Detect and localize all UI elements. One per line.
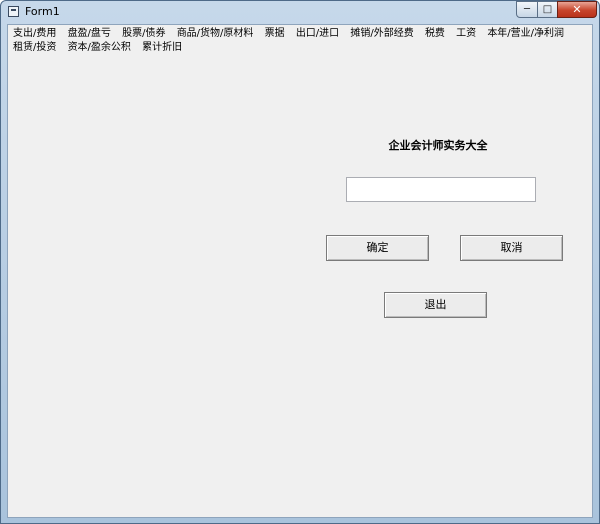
search-input[interactable] — [346, 177, 536, 202]
app-window: Form1 ─ □ ✕ 支出/费用 盘盈/盘亏 股票/债券 商品/货物/原材料 … — [0, 0, 600, 524]
menu-item-bills[interactable]: 票据 — [265, 27, 285, 41]
menu-item-wages[interactable]: 工资 — [456, 27, 476, 41]
page-title: 企业会计师实务大全 — [388, 139, 488, 152]
menu-item-surplus-deficit[interactable]: 盘盈/盘亏 — [68, 27, 111, 41]
exit-button[interactable]: 退出 — [384, 292, 487, 318]
form-client-area: 支出/费用 盘盈/盘亏 股票/债券 商品/货物/原材料 票据 出口/进口 摊销/… — [7, 24, 593, 518]
menu-item-expense[interactable]: 支出/费用 — [13, 27, 56, 41]
ok-button[interactable]: 确定 — [326, 235, 429, 261]
cancel-button[interactable]: 取消 — [460, 235, 563, 261]
menu-item-depreciation[interactable]: 累计折旧 — [142, 41, 182, 55]
menu-item-lease-investment[interactable]: 租赁/投资 — [13, 41, 56, 55]
menu-item-amortization[interactable]: 摊销/外部经费 — [350, 27, 413, 41]
app-icon — [8, 6, 19, 17]
menu-row-2: 租赁/投资 资本/盈余公积 累计折旧 — [13, 41, 190, 55]
menu-item-goods-materials[interactable]: 商品/货物/原材料 — [177, 27, 254, 41]
menu-item-stocks-bonds[interactable]: 股票/债券 — [122, 27, 165, 41]
menu-item-profit[interactable]: 本年/营业/净利润 — [487, 27, 564, 41]
menu-item-export-import[interactable]: 出口/进口 — [296, 27, 339, 41]
minimize-button[interactable]: ─ — [516, 1, 538, 18]
title-bar[interactable]: Form1 ─ □ ✕ — [1, 1, 599, 23]
menu-item-taxes[interactable]: 税费 — [425, 27, 445, 41]
window-title: Form1 — [25, 5, 60, 18]
menu-item-capital-reserve[interactable]: 资本/盈余公积 — [68, 41, 131, 55]
close-button[interactable]: ✕ — [557, 1, 597, 18]
menu-row-1: 支出/费用 盘盈/盘亏 股票/债券 商品/货物/原材料 票据 出口/进口 摊销/… — [13, 27, 572, 41]
maximize-button[interactable]: □ — [537, 1, 558, 18]
menu-bar: 支出/费用 盘盈/盘亏 股票/债券 商品/货物/原材料 票据 出口/进口 摊销/… — [8, 25, 592, 55]
